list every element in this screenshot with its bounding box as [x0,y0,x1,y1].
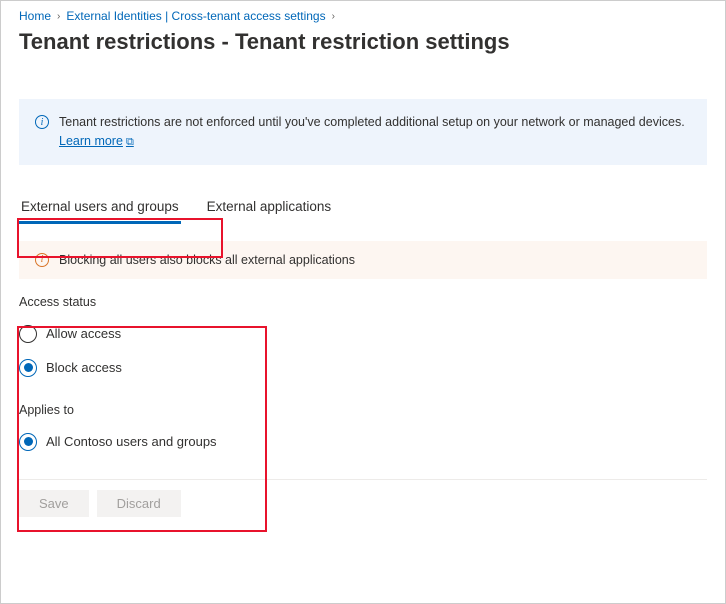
chevron-right-icon: › [57,11,60,22]
tab-external-users-groups[interactable]: External users and groups [19,191,181,224]
radio-label: Block access [46,360,122,375]
warning-icon: i [35,253,49,267]
warning-banner: i Blocking all users also blocks all ext… [19,241,707,279]
breadcrumb: Home › External Identities | Cross-tenan… [1,1,725,27]
external-link-icon: ⧉ [126,136,134,148]
info-banner: i Tenant restrictions are not enforced u… [19,99,707,165]
info-icon: i [35,115,49,129]
radio-icon [19,433,37,451]
radio-label: All Contoso users and groups [46,434,217,449]
info-text: Tenant restrictions are not enforced unt… [59,115,685,129]
discard-button[interactable]: Discard [97,490,181,517]
access-status-label: Access status [19,295,707,309]
warning-text: Blocking all users also blocks all exter… [59,253,355,267]
radio-allow-access[interactable]: Allow access [19,325,707,343]
radio-label: Allow access [46,326,121,341]
chevron-right-icon: › [332,11,335,22]
tab-external-applications[interactable]: External applications [205,191,334,224]
breadcrumb-home[interactable]: Home [19,9,51,23]
radio-icon [19,359,37,377]
learn-more-link[interactable]: Learn more⧉ [59,134,134,148]
applies-to-label: Applies to [19,403,707,417]
radio-all-contoso-users[interactable]: All Contoso users and groups [19,433,707,451]
page-title: Tenant restrictions - Tenant restriction… [1,27,725,69]
radio-block-access[interactable]: Block access [19,359,707,377]
breadcrumb-external-identities[interactable]: External Identities | Cross-tenant acces… [66,9,325,23]
save-button[interactable]: Save [19,490,89,517]
radio-icon [19,325,37,343]
tabs: External users and groups External appli… [19,191,707,225]
footer-buttons: Save Discard [19,479,707,517]
